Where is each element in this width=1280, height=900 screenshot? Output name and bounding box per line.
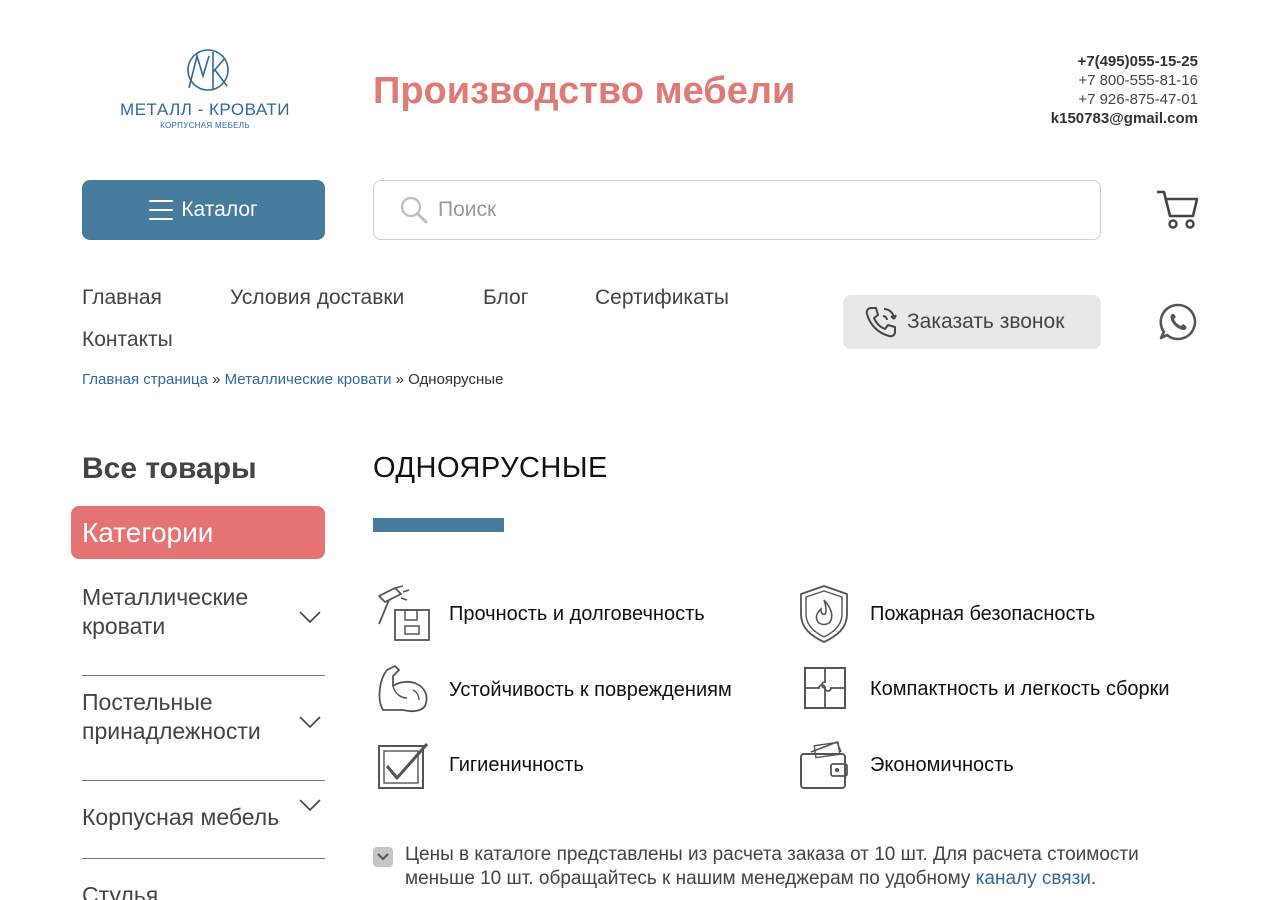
price-note: Цены в каталоге представлены из расчета … — [373, 843, 1203, 891]
chevron-down-icon — [377, 853, 389, 861]
menu-icon — [149, 200, 174, 220]
puzzle-icon — [804, 667, 846, 709]
chevron-down-icon[interactable] — [299, 611, 321, 623]
chevron-down-icon[interactable] — [299, 716, 321, 728]
callback-label: Заказать звонок — [907, 310, 1065, 333]
feature-label: Пожарная безопасность — [870, 602, 1096, 625]
sidebar-heading: Все товары — [82, 452, 257, 485]
phone-2[interactable]: +7 800-555-81-16 — [1051, 71, 1198, 90]
feature-item: Экономичность — [795, 736, 1014, 794]
site-title: Производство мебели — [373, 70, 796, 112]
phone-3[interactable]: +7 926-875-47-01 — [1051, 90, 1198, 109]
feature-label: Прочность и долговечность — [449, 602, 705, 625]
sidebar-item-bedding[interactable]: Постельные принадлежности — [82, 676, 325, 781]
feature-label: Устойчивость к повреждениям — [449, 678, 732, 701]
feature-item: Гигиеничность — [373, 736, 584, 794]
phone-callback-icon — [865, 307, 897, 338]
main-content: ОДНОЯРУСНЫЕ — [373, 452, 1203, 532]
search-input[interactable] — [438, 198, 1038, 222]
breadcrumb-separator: » — [212, 371, 221, 388]
feature-item: Устойчивость к повреждениям — [373, 660, 732, 720]
breadcrumb: Главная страница » Металлические кровати… — [82, 371, 503, 388]
feature-label: Экономичность — [870, 753, 1014, 776]
contacts: +7(495)055-15-25 +7 800-555-81-16 +7 926… — [1051, 52, 1198, 128]
logo-name: МЕТАЛЛ - КРОВАТИ — [120, 100, 290, 119]
sidebar-item-label: Постельные принадлежности — [82, 689, 261, 744]
cart-icon[interactable] — [1155, 188, 1199, 235]
sidebar-item-label: Металлические кровати — [82, 584, 249, 639]
note-text: Цены в каталоге представлены из расчета … — [405, 843, 1203, 891]
page-title: ОДНОЯРУСНЫЕ — [373, 452, 608, 484]
feature-label: Компактность и легкость сборки — [870, 677, 1170, 700]
sidebar-item-chairs[interactable]: Стулья — [82, 859, 325, 900]
nav-item-home[interactable]: Главная — [82, 286, 162, 310]
search-icon — [400, 196, 428, 224]
email-link[interactable]: k150783@gmail.com — [1051, 109, 1198, 128]
contact-channel-link[interactable]: каналу связи — [976, 868, 1091, 889]
chevron-down-icon[interactable] — [299, 799, 321, 811]
sidebar-item-label: Корпусная мебель — [82, 804, 280, 830]
fire-shield-icon — [800, 585, 848, 643]
search-box[interactable] — [373, 180, 1101, 240]
nav-item-contacts[interactable]: Контакты — [82, 328, 173, 352]
catalog-label: Каталог — [181, 198, 258, 221]
feature-item: Пожарная безопасность — [795, 584, 1095, 644]
categories-header[interactable]: Категории — [71, 506, 325, 559]
nav-item-certificates[interactable]: Сертификаты — [595, 286, 729, 310]
logo[interactable]: МЕТАЛЛ - КРОВАТИ КОРПУСНАЯ МЕБЕЛЬ — [120, 44, 290, 139]
note-toggle[interactable] — [373, 847, 393, 867]
sidebar-item-label: Стулья — [82, 882, 159, 900]
catalog-button[interactable]: Каталог — [82, 180, 325, 240]
feature-item: Прочность и долговечность — [373, 584, 705, 644]
wallet-icon — [800, 740, 848, 789]
sidebar: Все товары Категории Металлические крова… — [71, 452, 325, 900]
breadcrumb-section[interactable]: Металлические кровати — [225, 371, 392, 388]
logo-monogram-icon — [187, 49, 229, 91]
hammer-box-icon — [378, 585, 430, 641]
feature-label: Гигиеничность — [449, 753, 584, 776]
sidebar-item-metal-beds[interactable]: Металлические кровати — [82, 571, 325, 676]
nav-item-delivery[interactable]: Условия доставки — [230, 286, 404, 310]
breadcrumb-home[interactable]: Главная страница — [82, 371, 208, 388]
breadcrumb-separator: » — [395, 371, 404, 388]
breadcrumb-current: Одноярусные — [408, 371, 504, 388]
note-end: . — [1090, 868, 1097, 889]
phone-main[interactable]: +7(495)055-15-25 — [1051, 52, 1198, 71]
checkbox-icon — [378, 743, 429, 789]
nav-item-blog[interactable]: Блог — [483, 286, 528, 310]
whatsapp-icon[interactable] — [1158, 302, 1198, 347]
muscle-arm-icon — [378, 665, 428, 713]
sidebar-item-cabinet-furniture[interactable]: Корпусная мебель — [82, 781, 325, 859]
category-list: Металлические кровати Постельные принадл… — [82, 571, 325, 900]
feature-item: Компактность и легкость сборки — [795, 660, 1170, 718]
logo-subtitle: КОРПУСНАЯ МЕБЕЛЬ — [160, 121, 250, 130]
callback-button[interactable]: Заказать звонок — [843, 295, 1101, 349]
title-accent-bar — [373, 518, 504, 532]
